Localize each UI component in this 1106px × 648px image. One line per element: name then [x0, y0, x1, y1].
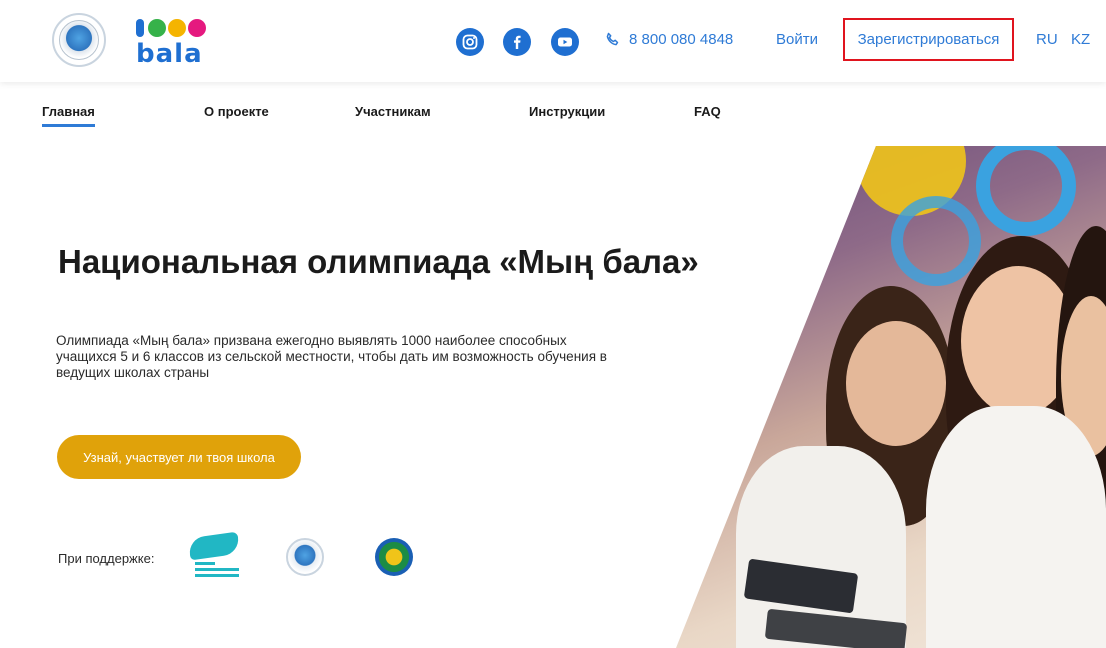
academy-emblem-icon	[59, 20, 99, 60]
lang-kz-link[interactable]: KZ	[1071, 31, 1090, 48]
1000-bala-logo[interactable]: bala	[136, 17, 214, 67]
ministry-emblem-logo[interactable]	[375, 538, 413, 576]
decor-gear-blue-small	[891, 196, 981, 286]
fund-text-line	[195, 568, 239, 571]
elbasy-academy-partner-logo[interactable]	[286, 538, 324, 576]
student-shirt-right	[926, 406, 1106, 648]
support-label: При поддержке:	[58, 551, 155, 566]
fund-wave-icon	[187, 531, 241, 561]
hero-photo-students	[676, 146, 1106, 648]
fund-text-line	[195, 562, 215, 565]
elbasy-academy-logo[interactable]	[52, 13, 106, 67]
facebook-icon	[514, 35, 521, 49]
student-face-left	[846, 321, 946, 446]
hero-title: Национальная олимпиада «Мың бала»	[58, 243, 699, 280]
logo-dot-yellow	[168, 19, 186, 37]
login-link[interactable]: Войти	[776, 31, 818, 48]
nursultan-nazarbayev-fund-logo[interactable]	[187, 531, 247, 581]
svg-text:bala: bala	[136, 40, 203, 66]
phone-icon	[606, 32, 619, 45]
logo-dot-green	[148, 19, 166, 37]
youtube-button[interactable]	[551, 28, 579, 56]
phone-number: 8 800 080 4848	[629, 31, 734, 48]
main-nav: Главная О проекте Участникам Инструкции …	[0, 96, 760, 136]
facebook-button[interactable]	[503, 28, 531, 56]
instagram-button[interactable]	[456, 28, 484, 56]
logo-digit-one	[136, 19, 144, 37]
lang-ru-link[interactable]: RU	[1036, 31, 1058, 48]
phone-link[interactable]: 8 800 080 4848	[605, 31, 733, 48]
nav-item-about[interactable]: О проекте	[204, 104, 269, 119]
logo-bala-text: bala	[136, 40, 203, 66]
youtube-icon	[558, 37, 572, 47]
register-link[interactable]: Зарегистрироваться	[843, 18, 1014, 61]
nav-item-faq[interactable]: FAQ	[694, 104, 721, 119]
nav-item-instructions[interactable]: Инструкции	[529, 104, 605, 119]
hero-description: Олимпиада «Мың бала» призвана ежегодно в…	[56, 333, 607, 380]
fund-text-line	[195, 574, 239, 577]
nav-item-participants[interactable]: Участникам	[355, 104, 431, 119]
instagram-icon	[462, 34, 478, 50]
top-bar: bala 8 800 080 4848 Войти Зарегистрирова…	[0, 0, 1106, 82]
check-school-button[interactable]: Узнай, участвует ли твоя школа	[57, 435, 301, 479]
nav-item-home[interactable]: Главная	[42, 104, 95, 127]
logo-dot-pink	[188, 19, 206, 37]
